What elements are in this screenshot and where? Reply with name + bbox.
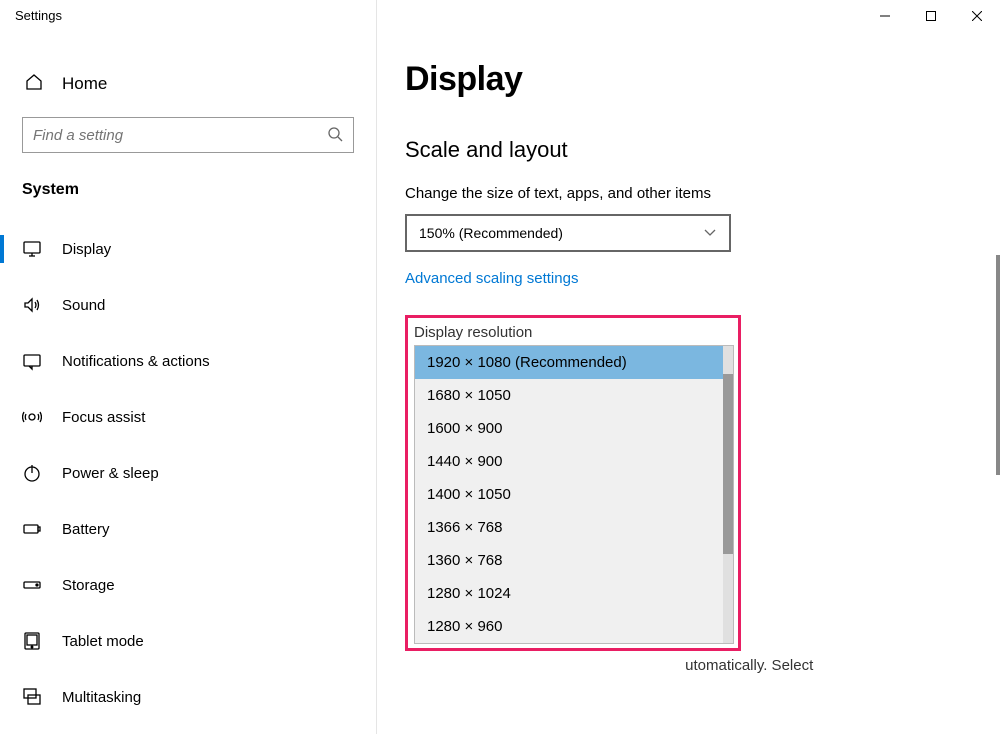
resolution-option[interactable]: 1680 × 1050 xyxy=(415,379,733,412)
chevron-down-icon xyxy=(703,225,717,242)
home-nav[interactable]: Home xyxy=(0,64,376,103)
sidebar-item-label: Multitasking xyxy=(62,689,141,706)
notifications-icon xyxy=(22,351,42,371)
sidebar-item-notifications[interactable]: Notifications & actions xyxy=(0,333,376,389)
resolution-option[interactable]: 1400 × 1050 xyxy=(415,478,733,511)
resolution-option[interactable]: 1920 × 1080 (Recommended) xyxy=(415,346,733,379)
search-icon xyxy=(327,126,343,145)
sidebar-item-label: Tablet mode xyxy=(62,633,144,650)
power-icon xyxy=(22,463,42,483)
battery-icon xyxy=(22,519,42,539)
focus-icon xyxy=(22,407,42,427)
home-icon xyxy=(24,72,44,95)
resolution-option[interactable]: 1280 × 1024 xyxy=(415,577,733,610)
sidebar-item-label: Battery xyxy=(62,521,110,538)
scale-value: 150% (Recommended) xyxy=(419,225,563,241)
sound-icon xyxy=(22,295,42,315)
advanced-scaling-link[interactable]: Advanced scaling settings xyxy=(405,270,578,287)
sidebar-item-storage[interactable]: Storage xyxy=(0,557,376,613)
sidebar-item-sound[interactable]: Sound xyxy=(0,277,376,333)
section-title: System xyxy=(0,167,376,221)
resolution-label: Display resolution xyxy=(414,324,734,341)
search-input[interactable] xyxy=(33,127,327,144)
scale-dropdown[interactable]: 150% (Recommended) xyxy=(405,214,731,252)
obscured-text: Older displays might not always connect … xyxy=(405,655,970,676)
sidebar-item-focus[interactable]: Focus assist xyxy=(0,389,376,445)
resolution-option[interactable]: 1440 × 900 xyxy=(415,445,733,478)
sidebar-item-tablet[interactable]: Tablet mode xyxy=(0,613,376,669)
resolution-scrollbar-thumb[interactable] xyxy=(723,374,733,554)
sidebar-item-label: Display xyxy=(62,241,111,258)
sidebar-item-label: Power & sleep xyxy=(62,465,159,482)
sidebar-item-power[interactable]: Power & sleep xyxy=(0,445,376,501)
resolution-option[interactable]: 1360 × 768 xyxy=(415,544,733,577)
resolution-dropdown-list: 1920 × 1080 (Recommended)1680 × 10501600… xyxy=(414,345,734,644)
search-input-container[interactable] xyxy=(22,117,354,153)
page-title: Display xyxy=(405,60,970,99)
resolution-option[interactable]: 1366 × 768 xyxy=(415,511,733,544)
section-heading: Scale and layout xyxy=(405,137,970,163)
resolution-option[interactable]: 1600 × 900 xyxy=(415,412,733,445)
content-scrollbar[interactable] xyxy=(996,255,1000,475)
tablet-icon xyxy=(22,631,42,651)
scale-label: Change the size of text, apps, and other… xyxy=(405,185,970,202)
sidebar-item-label: Focus assist xyxy=(62,409,145,426)
sidebar-item-multitasking[interactable]: Multitasking xyxy=(0,669,376,725)
sidebar-item-battery[interactable]: Battery xyxy=(0,501,376,557)
sidebar-item-label: Storage xyxy=(62,577,115,594)
home-label: Home xyxy=(62,74,107,94)
resolution-scrollbar-track[interactable] xyxy=(723,346,733,643)
multitasking-icon xyxy=(22,687,42,707)
sidebar-item-display[interactable]: Display xyxy=(0,221,376,277)
storage-icon xyxy=(22,575,42,595)
resolution-highlight-box: Display resolution 1920 × 1080 (Recommen… xyxy=(405,315,741,651)
display-icon xyxy=(22,239,42,259)
resolution-option[interactable]: 1280 × 960 xyxy=(415,610,733,643)
sidebar-item-label: Sound xyxy=(62,297,105,314)
sidebar-item-label: Notifications & actions xyxy=(62,353,210,370)
